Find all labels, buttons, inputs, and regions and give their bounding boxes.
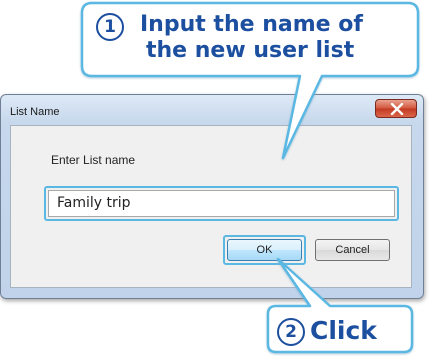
step-1-text-line1: Input the name of [140, 12, 363, 37]
step-2-badge: 2 [277, 318, 305, 346]
step-1-badge: 1 [96, 13, 124, 41]
step-2-text: Click [310, 316, 377, 345]
step-1-text-line2: the new user list [146, 38, 355, 63]
